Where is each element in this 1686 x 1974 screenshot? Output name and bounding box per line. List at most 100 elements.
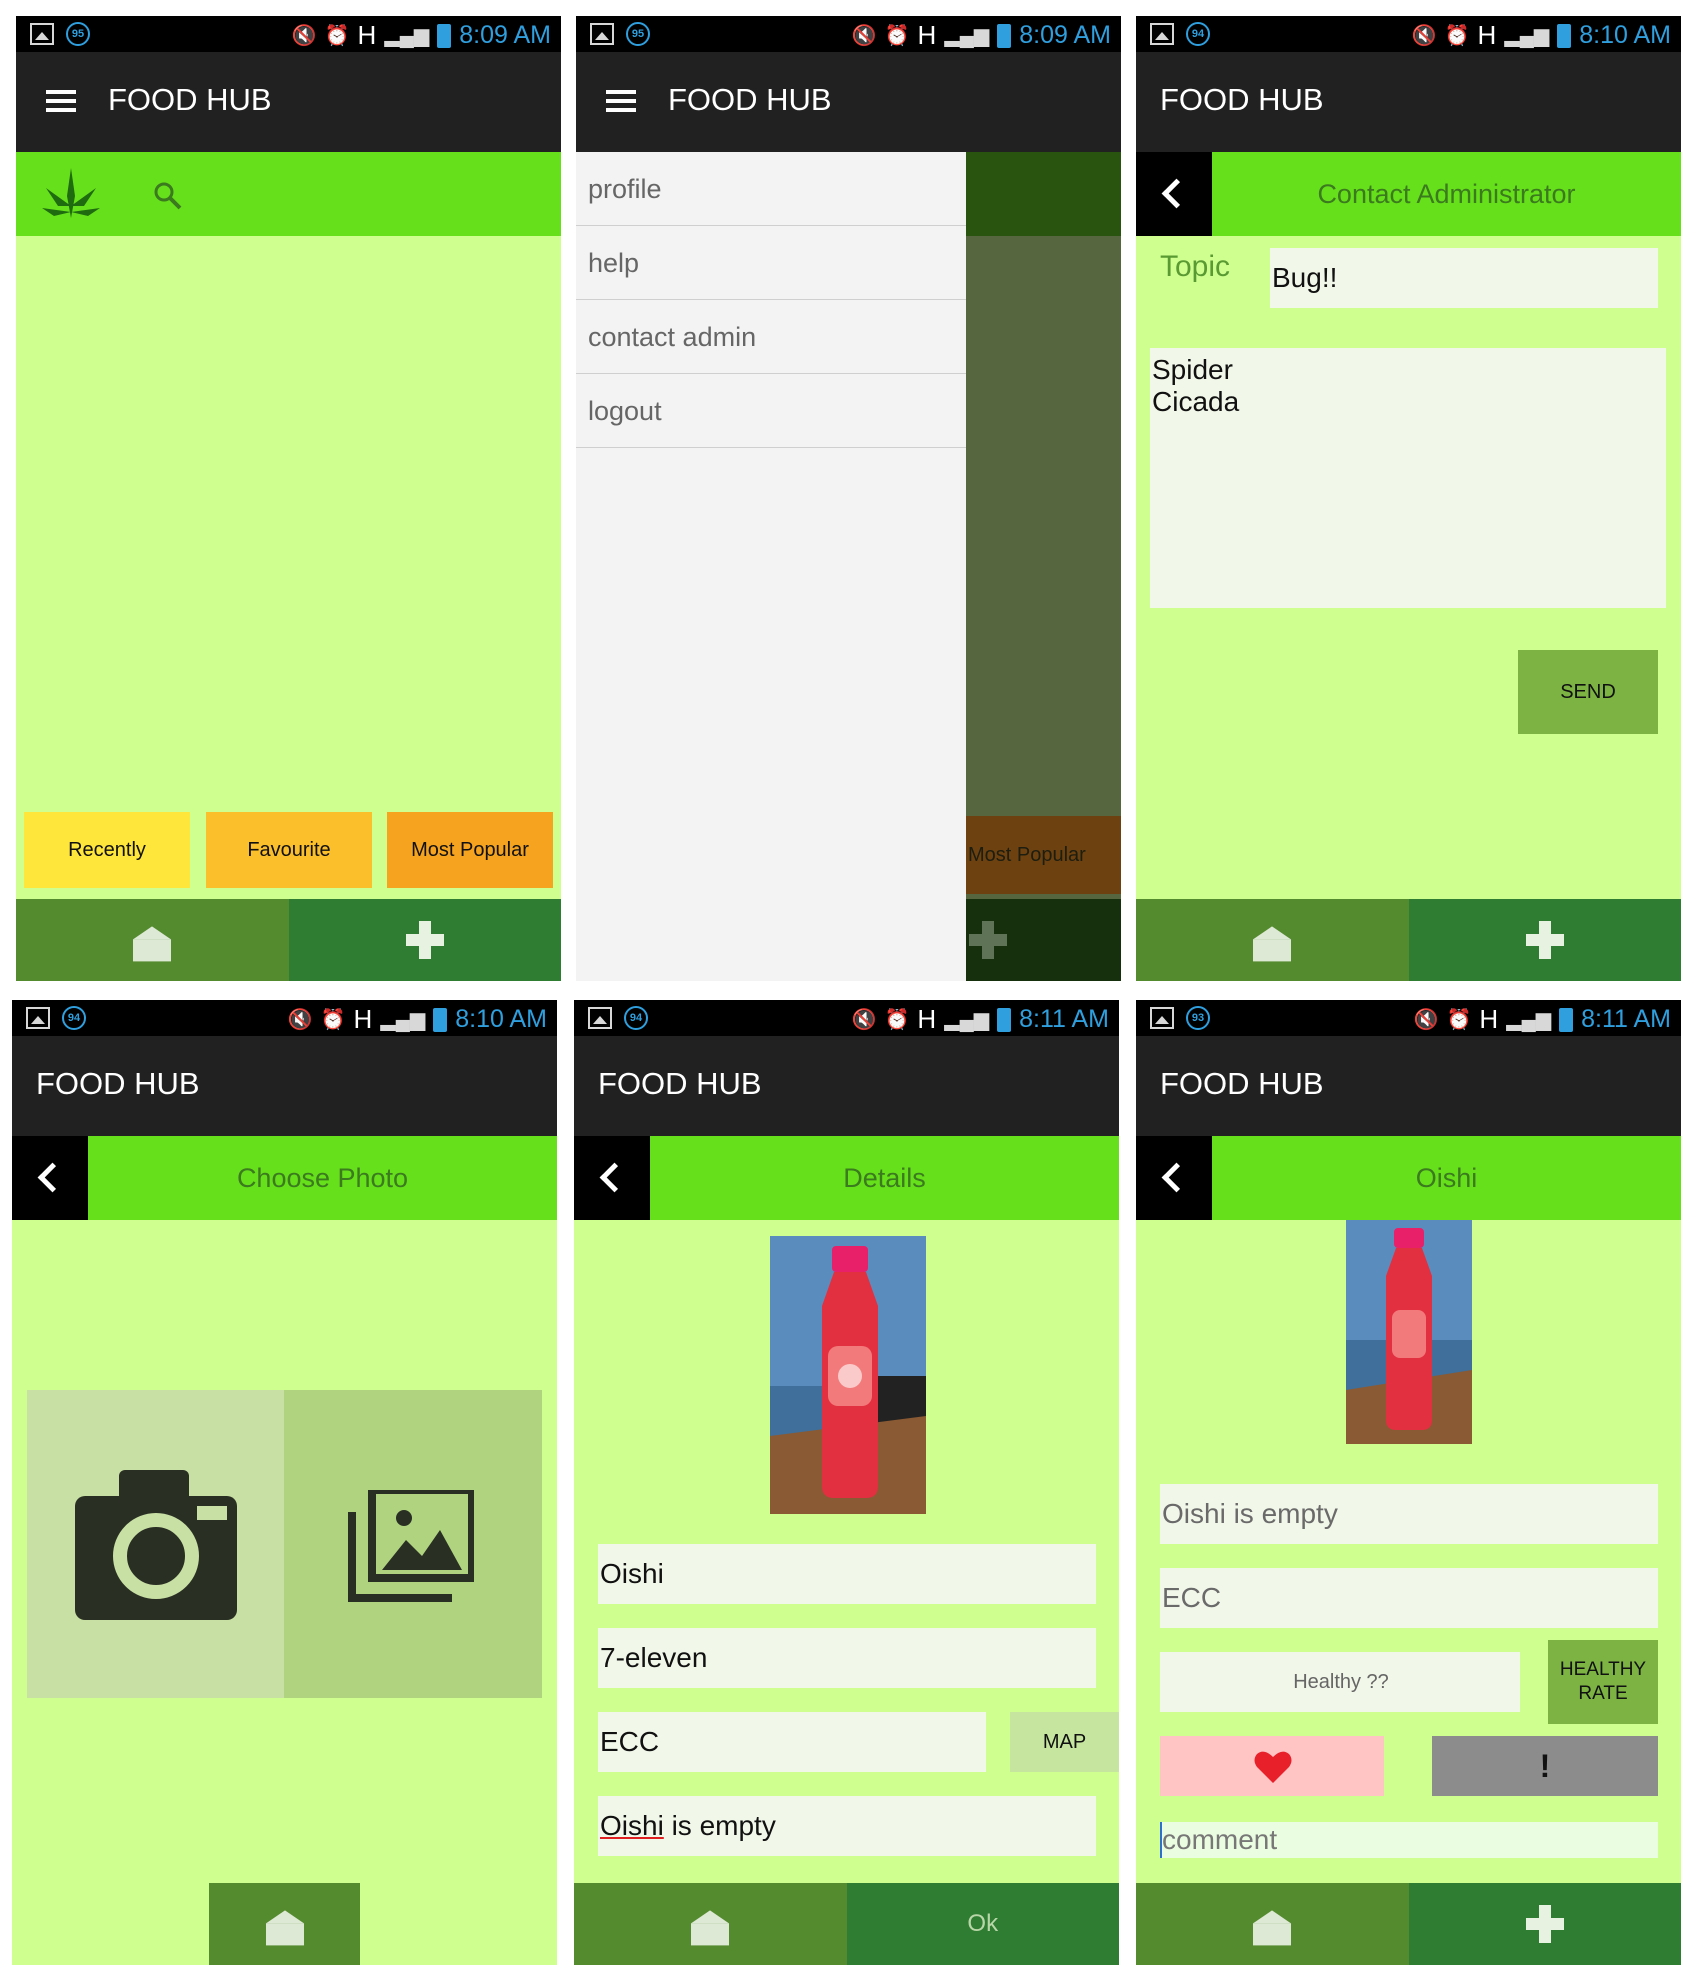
- back-icon[interactable]: [574, 1136, 650, 1220]
- app-bar: FOOD HUB: [12, 1036, 557, 1136]
- home-button[interactable]: [16, 899, 289, 981]
- add-button[interactable]: [1408, 1883, 1681, 1965]
- header-bar: Oishi: [1136, 1136, 1681, 1220]
- camera-option[interactable]: [27, 1390, 284, 1698]
- battery-badge: 95: [66, 22, 90, 46]
- battery-icon: [1559, 1007, 1574, 1032]
- drawer-item-logout[interactable]: logout: [576, 374, 966, 448]
- back-icon[interactable]: [1136, 152, 1212, 236]
- signal-icon: ▂▄▆: [1506, 1009, 1552, 1031]
- status-time: 8:11 AM: [1019, 1005, 1109, 1033]
- gallery-notification-icon: [26, 1007, 50, 1029]
- tab-recently[interactable]: Recently: [24, 812, 190, 888]
- rate-label-line: HEALTHY: [1559, 1659, 1647, 1680]
- store-field[interactable]: 7-eleven: [598, 1628, 1096, 1688]
- rate-label-line: RATE: [1578, 1683, 1628, 1704]
- app-title: FOOD HUB: [1160, 82, 1324, 117]
- item-comment-field[interactable]: Oishi is empty: [1160, 1484, 1658, 1544]
- home-button[interactable]: [209, 1883, 360, 1965]
- header-bar: Details: [574, 1136, 1119, 1220]
- product-photo: [770, 1236, 926, 1514]
- home-icon: [1253, 926, 1292, 962]
- battery-icon: [997, 23, 1012, 48]
- comment-field[interactable]: Oishi is empty: [598, 1796, 1096, 1856]
- alarm-icon: ⏰: [884, 1009, 910, 1031]
- signal-icon: ▂▄▆: [1504, 25, 1550, 47]
- page-title: Oishi: [1415, 1163, 1478, 1193]
- status-time: 8:11 AM: [1581, 1005, 1671, 1033]
- app-title: FOOD HUB: [108, 82, 272, 117]
- page-title: Contact Administrator: [1317, 179, 1576, 209]
- add-button[interactable]: [288, 899, 561, 981]
- dimmed-toolbar: [966, 152, 1121, 236]
- healthy-rate-button[interactable]: HEALTHY RATE: [1548, 1640, 1658, 1724]
- search-icon[interactable]: [152, 180, 184, 212]
- like-button[interactable]: [1160, 1736, 1384, 1796]
- menu-icon[interactable]: [46, 90, 76, 112]
- header-bar: Contact Administrator: [1136, 152, 1681, 236]
- alarm-icon: ⏰: [884, 25, 910, 47]
- drawer-item-help[interactable]: help: [576, 226, 966, 300]
- report-button[interactable]: !: [1432, 1736, 1658, 1796]
- send-button[interactable]: SEND: [1518, 650, 1658, 734]
- ok-button[interactable]: Ok: [846, 1883, 1119, 1965]
- product-photo: [1346, 1220, 1472, 1444]
- network-type: H: [917, 20, 937, 50]
- toolbar: [16, 152, 561, 236]
- mute-icon: 🔇: [287, 1009, 313, 1031]
- tab-favourite[interactable]: Favourite: [206, 812, 372, 888]
- plus-icon: [1525, 921, 1564, 959]
- map-button[interactable]: MAP: [1010, 1712, 1119, 1772]
- topic-field[interactable]: Bug!!: [1270, 248, 1658, 308]
- drawer-item-profile[interactable]: profile: [576, 152, 966, 226]
- page-title: Choose Photo: [236, 1163, 409, 1193]
- network-type: H: [357, 20, 377, 50]
- plus-icon: [1525, 1905, 1564, 1943]
- gallery-option[interactable]: [284, 1390, 542, 1698]
- healthy-input[interactable]: Healthy ??: [1160, 1652, 1520, 1712]
- app-bar: FOOD HUB: [16, 52, 561, 152]
- home-button[interactable]: [1136, 899, 1409, 981]
- signal-icon: ▂▄▆: [944, 1009, 990, 1031]
- menu-icon[interactable]: [606, 90, 636, 112]
- nav-drawer: profile help contact admin logout: [576, 152, 966, 981]
- status-bar: 94 🔇 ⏰ H ▂▄▆ 8:10 AM: [1136, 16, 1681, 52]
- dimmed-tab-most-popular: Most Popular: [966, 816, 1121, 894]
- gallery-notification-icon: [1150, 23, 1174, 45]
- status-time: 8:09 AM: [459, 21, 551, 49]
- home-button[interactable]: [1136, 1883, 1409, 1965]
- location-field[interactable]: ECC: [598, 1712, 986, 1772]
- product-name-field[interactable]: Oishi: [598, 1544, 1096, 1604]
- heart-icon: [1254, 1751, 1292, 1783]
- network-type: H: [353, 1004, 373, 1034]
- drawer-item-contact-admin[interactable]: contact admin: [576, 300, 966, 374]
- home-icon: [691, 1910, 730, 1946]
- camera-icon: [75, 1470, 237, 1620]
- message-line: Cicada: [1152, 386, 1240, 417]
- status-time: 8:09 AM: [1019, 21, 1111, 49]
- app-title: FOOD HUB: [598, 1066, 762, 1101]
- alarm-icon: ⏰: [324, 25, 350, 47]
- app-title: FOOD HUB: [36, 1066, 200, 1101]
- back-icon[interactable]: [12, 1136, 88, 1220]
- mute-icon: 🔇: [1411, 25, 1437, 47]
- gallery-notification-icon: [1150, 1007, 1174, 1029]
- home-button[interactable]: [574, 1883, 847, 1965]
- bottom-nav: [1136, 899, 1681, 981]
- details-screen: 94 🔇 ⏰ H ▂▄▆ 8:11 AM FOOD HUB Details Oi…: [574, 1000, 1119, 1965]
- mute-icon: 🔇: [1413, 1009, 1439, 1031]
- bottom-nav: Ok: [574, 1883, 1119, 1965]
- tab-most-popular[interactable]: Most Popular: [387, 812, 553, 888]
- topic-label: Topic: [1160, 250, 1231, 283]
- add-button[interactable]: [1408, 899, 1681, 981]
- plus-icon: [969, 921, 1007, 959]
- message-field[interactable]: Spider Cicada: [1150, 348, 1666, 608]
- comment-input[interactable]: comment: [1160, 1822, 1658, 1858]
- battery-badge: 94: [1186, 22, 1210, 46]
- item-screen: 93 🔇 ⏰ H ▂▄▆ 8:11 AM FOOD HUB Oishi Oish…: [1136, 1000, 1681, 1965]
- item-location-field[interactable]: ECC: [1160, 1568, 1658, 1628]
- signal-icon: ▂▄▆: [384, 25, 430, 47]
- network-type: H: [1479, 1004, 1499, 1034]
- back-icon[interactable]: [1136, 1136, 1212, 1220]
- gallery-notification-icon: [30, 23, 54, 45]
